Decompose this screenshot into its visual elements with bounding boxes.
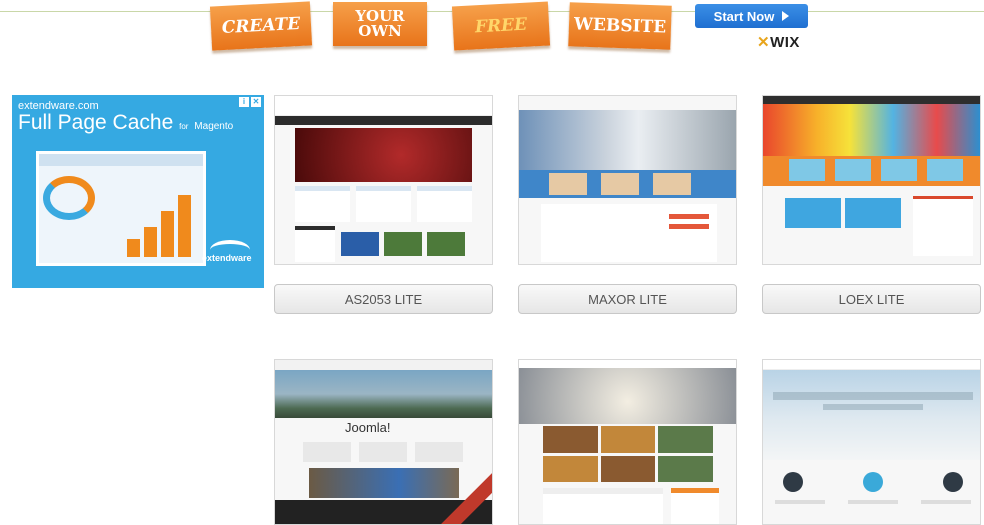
extendware-logo: extendware (202, 253, 252, 263)
refresh-arrows-icon (43, 176, 95, 220)
start-now-button[interactable]: Start Now (695, 4, 808, 28)
banner-word-your-own: YOUR OWN (333, 2, 427, 46)
wix-banner[interactable]: CREATE YOUR OWN FREE WEBSITE Start Now ✕… (205, 0, 815, 55)
template-button-maxor[interactable]: MAXOR LITE (518, 284, 737, 314)
template-button-as2053[interactable]: AS2053 LITE (274, 284, 493, 314)
ad-headline: Full Page Cache for Magento (18, 111, 234, 134)
extendware-ad[interactable]: extendware.com Full Page Cache for Magen… (12, 95, 264, 288)
template-thumbnail-maxor[interactable] (518, 95, 737, 265)
template-thumbnail-restaurant[interactable] (518, 359, 737, 525)
ad-illustration (36, 151, 206, 266)
ad-close-icon[interactable]: ✕ (251, 97, 261, 107)
ad-choices[interactable]: i ✕ (239, 97, 261, 107)
ad-info-icon[interactable]: i (239, 97, 249, 107)
play-arrow-icon (782, 11, 790, 21)
template-thumbnail-clean[interactable] (762, 359, 981, 525)
banner-word-free: FREE (451, 1, 551, 51)
joomla-logo: Joomla! (345, 420, 391, 435)
banner-word-create: CREATE (209, 1, 313, 51)
template-thumbnail-loex[interactable] (762, 95, 981, 265)
template-button-loex[interactable]: LOEX LITE (762, 284, 981, 314)
banner-word-website: WEBSITE (568, 2, 672, 50)
wix-logo: ✕WIX (757, 34, 800, 51)
bar-chart-icon (127, 195, 191, 257)
template-thumbnail-joomla[interactable]: Joomla! (274, 359, 493, 525)
template-thumbnail-as2053[interactable] (274, 95, 493, 265)
